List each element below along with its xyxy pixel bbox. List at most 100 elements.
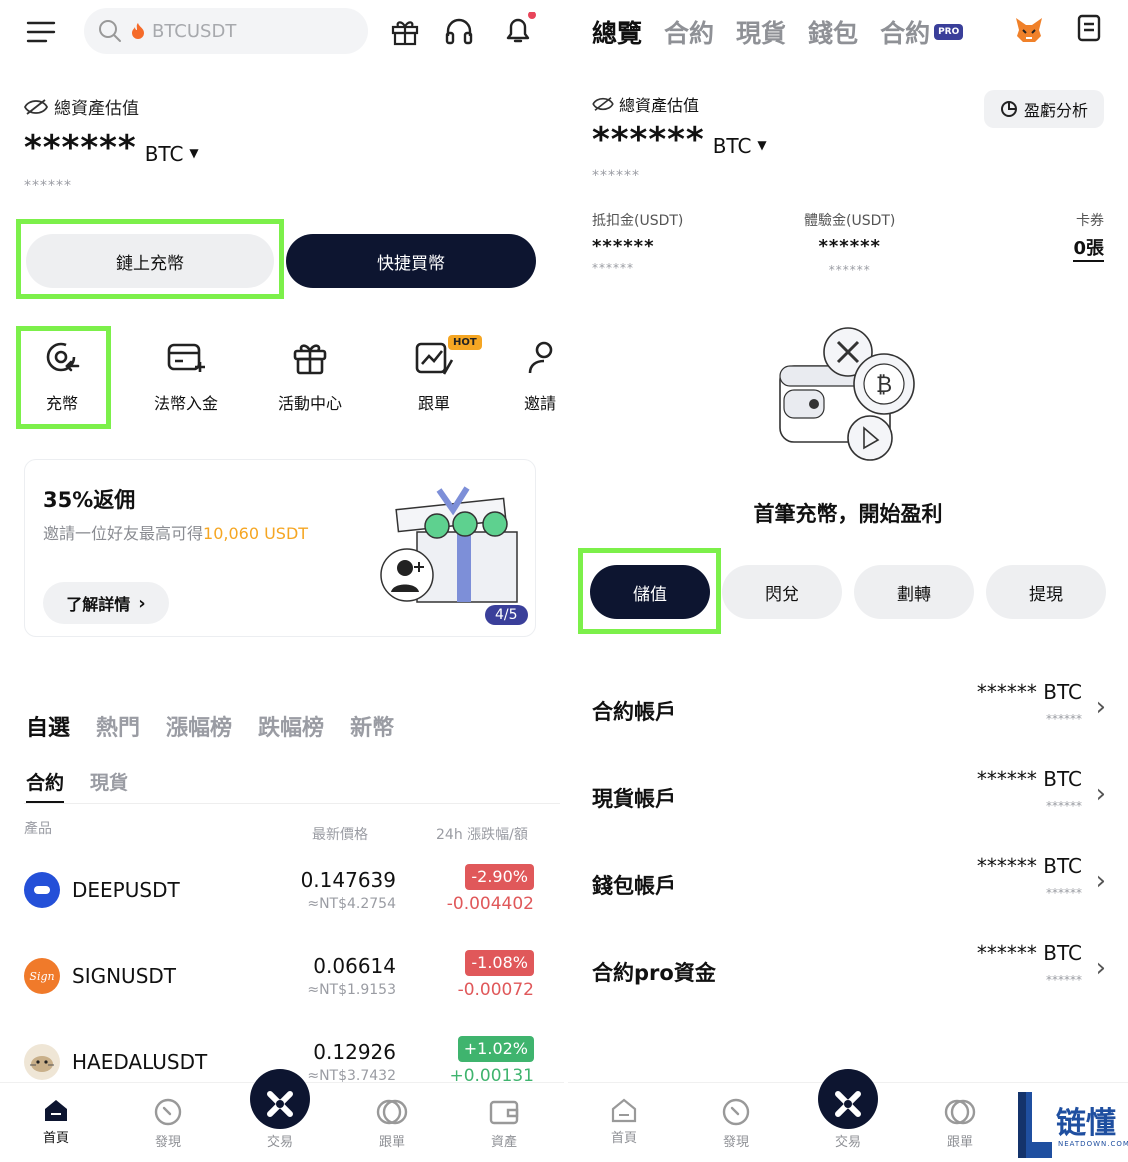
- sub-tabs: 合約 現貨: [26, 768, 128, 804]
- asset-label: 總資產估值: [619, 96, 700, 115]
- metric-label: 卡券: [1076, 213, 1104, 229]
- discover-icon: [722, 1098, 750, 1126]
- tab-label: 首頁: [610, 1131, 637, 1146]
- gift-box-illustration: [377, 482, 527, 611]
- tab-home[interactable]: 首頁: [584, 1083, 664, 1146]
- symbol: SIGNUSDT: [72, 964, 177, 988]
- coin-logo-icon: [24, 872, 60, 908]
- promo-amount: 10,060 USDT: [203, 524, 309, 543]
- chevron-right-icon: ›: [1095, 866, 1106, 896]
- highlight-deposit: [16, 326, 111, 429]
- tab-trade[interactable]: 交易: [808, 1069, 888, 1150]
- tab-label: 發現: [154, 1135, 181, 1150]
- tab-hot[interactable]: 熱門: [96, 710, 140, 742]
- promo-card[interactable]: 35%返佣 邀請一位好友最高可得10,060 USDT 了解詳情 › 4/5: [24, 459, 536, 637]
- watermark-url: NEATDOWN.COM: [1058, 1140, 1128, 1148]
- asset-sub: ******: [24, 178, 72, 194]
- tab-futures[interactable]: 合約: [26, 768, 65, 804]
- tab-spot[interactable]: 現貨: [736, 14, 786, 50]
- asset-value-row[interactable]: ****** BTC ▼: [24, 128, 199, 168]
- shortcut-label: 活動中心: [277, 394, 342, 413]
- wallet-coins-illustration: ₿: [774, 326, 924, 466]
- price: 0.06614: [313, 954, 396, 978]
- fire-icon: [130, 22, 146, 40]
- tab-favorites[interactable]: 自選: [26, 710, 70, 742]
- wallet-icon: [489, 1100, 519, 1125]
- eye-hidden-icon[interactable]: [592, 96, 614, 112]
- quick-buy-button[interactable]: 快捷買幣: [286, 234, 536, 288]
- account-row-spot[interactable]: 現貨帳戶 ****** BTC ****** ›: [568, 755, 1128, 835]
- symbol: HAEDALUSDT: [72, 1050, 208, 1074]
- fiat-card-icon: [166, 340, 206, 376]
- chevron-right-icon: ›: [138, 592, 146, 614]
- tab-home[interactable]: 首頁: [16, 1083, 96, 1146]
- promo-title: 35%返佣: [43, 488, 136, 512]
- metric-coupons[interactable]: 卡券 0張: [1073, 210, 1104, 262]
- caret-down-icon: ▼: [757, 138, 767, 152]
- table-row[interactable]: Sign SIGNUSDT 0.06614 ≈NT$1.9153 -1.08% …: [0, 942, 564, 1014]
- highlight-onchain: [16, 219, 284, 299]
- tab-label: 交易: [266, 1135, 293, 1150]
- asset-value-row[interactable]: ****** BTC ▼: [592, 120, 767, 160]
- account-row-futures[interactable]: 合約帳戶 ****** BTC ****** ›: [568, 668, 1128, 748]
- promo-desc: 邀請一位好友最高可得: [43, 524, 204, 543]
- tab-assets[interactable]: 資產: [464, 1083, 544, 1150]
- menu-icon[interactable]: [26, 18, 56, 46]
- pnl-label: 盈虧分析: [1023, 101, 1088, 120]
- learn-more-button[interactable]: 了解詳情 ›: [43, 582, 169, 624]
- fiat-price: ≈NT$1.9153: [307, 982, 396, 998]
- tab-overview[interactable]: 總覽: [592, 14, 642, 50]
- swap-button[interactable]: 閃兌: [722, 565, 842, 619]
- fox-wallet-icon[interactable]: [1014, 16, 1044, 44]
- search-input[interactable]: BTCUSDT: [84, 8, 368, 54]
- metric-deduction[interactable]: 抵扣金(USDT) ****** ******: [592, 210, 683, 275]
- metric-trial[interactable]: 體驗金(USDT) ****** ******: [804, 210, 895, 277]
- tab-discover[interactable]: 發現: [128, 1083, 208, 1150]
- account-row-wallet[interactable]: 錢包帳戶 ****** BTC ****** ›: [568, 842, 1128, 922]
- shortcut-label: 法幣入金: [153, 394, 218, 413]
- col-header-price: 最新價格: [312, 827, 368, 843]
- svg-text:₿: ₿: [876, 373, 892, 398]
- tab-discover[interactable]: 發現: [696, 1083, 776, 1150]
- tab-trade[interactable]: 交易: [240, 1069, 320, 1150]
- pnl-analysis-button[interactable]: 盈虧分析: [984, 90, 1104, 128]
- change-amt: -0.004402: [446, 894, 534, 914]
- account-sub: ******: [1046, 799, 1082, 813]
- shortcut-events[interactable]: 活動中心: [270, 340, 350, 414]
- shortcut-label: 跟單: [417, 394, 450, 413]
- tab-copytrade[interactable]: 跟單: [352, 1083, 432, 1150]
- shortcut-invite[interactable]: 邀請: [518, 340, 564, 414]
- tab-label: 交易: [834, 1135, 861, 1150]
- promo-pager: 4/5: [485, 605, 528, 625]
- tab-futures[interactable]: 合約: [664, 14, 714, 50]
- headset-icon[interactable]: [444, 16, 474, 46]
- account-name: 現貨帳戶: [592, 787, 676, 811]
- eye-hidden-icon[interactable]: [24, 98, 48, 116]
- shortcut-label: 邀請: [524, 394, 557, 413]
- withdraw-button[interactable]: 提現: [986, 565, 1106, 619]
- coin-logo-icon: Sign: [24, 958, 60, 994]
- tab-new[interactable]: 新幣: [350, 710, 394, 742]
- account-row-futures-pro[interactable]: 合約pro資金 ****** BTC ****** ›: [568, 929, 1128, 1009]
- asset-value: ******: [24, 128, 137, 168]
- highlight-deposit: [578, 548, 721, 634]
- tab-futures-pro[interactable]: 合約 PRO: [880, 14, 964, 50]
- bell-icon[interactable]: [502, 12, 536, 48]
- tab-losers[interactable]: 跌幅榜: [258, 710, 324, 742]
- tab-copytrade[interactable]: 跟單: [920, 1083, 1000, 1150]
- table-row[interactable]: DEEPUSDT 0.147639 ≈NT$4.2754 -2.90% -0.0…: [0, 856, 564, 928]
- change-pct: -1.08%: [465, 950, 534, 976]
- tab-gainers[interactable]: 漲幅榜: [166, 710, 232, 742]
- symbol: DEEPUSDT: [72, 878, 180, 902]
- metric-label: 體驗金(USDT): [804, 213, 896, 229]
- shortcut-copytrade[interactable]: 跟單: [394, 340, 474, 414]
- tab-spot[interactable]: 現貨: [90, 768, 128, 804]
- records-icon[interactable]: [1076, 14, 1102, 42]
- gift-icon[interactable]: [390, 16, 420, 46]
- tab-label: 發現: [722, 1135, 749, 1150]
- shortcut-fiat[interactable]: 法幣入金: [146, 340, 226, 414]
- transfer-button[interactable]: 劃轉: [854, 565, 974, 619]
- account-name: 合約帳戶: [592, 700, 676, 724]
- promo-desc-row: 邀請一位好友最高可得10,060 USDT: [43, 520, 308, 544]
- tab-wallet[interactable]: 錢包: [808, 14, 858, 50]
